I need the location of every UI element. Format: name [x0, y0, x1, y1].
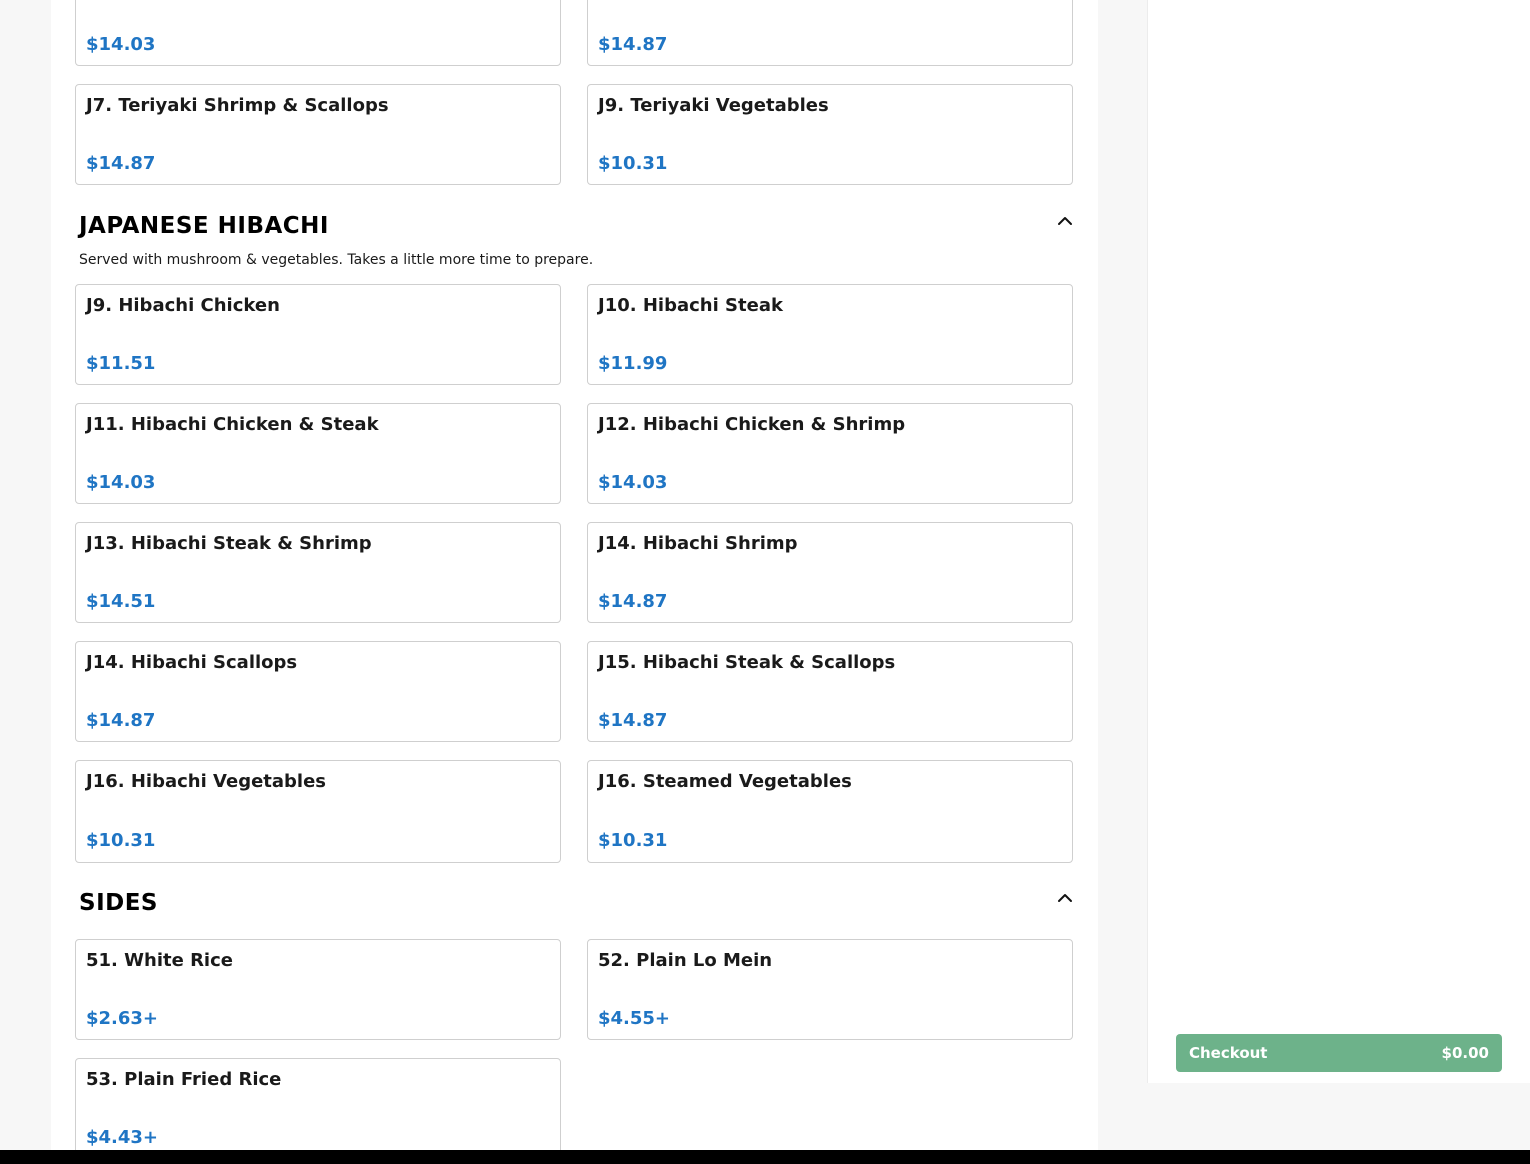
- section-description-hibachi: Served with mushroom & vegetables. Takes…: [79, 252, 594, 268]
- menu-item-name: J12. Hibachi Chicken & Shrimp: [598, 414, 906, 435]
- menu-item-name: J15. Hibachi Steak & Scallops: [598, 652, 896, 673]
- checkout-button[interactable]: Checkout $0.00: [1176, 1034, 1502, 1072]
- menu-item-price: $4.43+: [86, 1127, 159, 1148]
- menu-item-name: J13. Hibachi Steak & Shrimp: [86, 533, 372, 554]
- menu-item-price: $14.03: [86, 34, 156, 55]
- menu-item-price: $14.87: [86, 153, 156, 174]
- menu-item-name: J14. Hibachi Scallops: [86, 652, 298, 673]
- menu-item-name: J9. Teriyaki Vegetables: [598, 95, 829, 116]
- menu-item-card[interactable]: 52. Plain Lo Mein $4.55+: [587, 939, 1073, 1040]
- collapse-hibachi-button[interactable]: [1054, 210, 1076, 232]
- menu-item-card[interactable]: J14. Hibachi Shrimp $14.87: [587, 522, 1073, 623]
- menu-item-name: J11. Hibachi Chicken & Steak: [86, 414, 379, 435]
- cart-panel: [1147, 0, 1530, 1083]
- bottom-bar: [0, 1150, 1530, 1164]
- menu-item-price: $11.99: [598, 353, 668, 374]
- menu-item-card[interactable]: J10. Hibachi Steak $11.99: [587, 284, 1073, 385]
- menu-item-card[interactable]: J16. Steamed Vegetables $10.31: [587, 760, 1073, 863]
- chevron-up-icon: [1058, 217, 1072, 225]
- menu-item-price: $14.87: [598, 591, 668, 612]
- menu-item-price: $14.87: [598, 34, 668, 55]
- menu-item-name: J9. Hibachi Chicken: [86, 295, 280, 316]
- menu-item-card[interactable]: 51. White Rice $2.63+: [75, 939, 561, 1040]
- menu-item-price: $14.03: [598, 472, 668, 493]
- menu-item-card[interactable]: J9. Hibachi Chicken $11.51: [75, 284, 561, 385]
- menu-item-name: 51. White Rice: [86, 950, 233, 971]
- cart-total: $0.00: [1441, 1044, 1489, 1062]
- menu-item-card[interactable]: $14.87: [587, 0, 1073, 66]
- menu-item-name: J16. Hibachi Vegetables: [86, 771, 327, 792]
- menu-item-card[interactable]: J12. Hibachi Chicken & Shrimp $14.03: [587, 403, 1073, 504]
- menu-item-price: $10.31: [598, 830, 668, 851]
- menu-item-price: $11.51: [86, 353, 156, 374]
- menu-item-card[interactable]: $14.03: [75, 0, 561, 66]
- menu-item-card[interactable]: 53. Plain Fried Rice $4.43+: [75, 1058, 561, 1164]
- section-title-sides: SIDES: [79, 890, 158, 916]
- chevron-up-icon: [1058, 894, 1072, 902]
- section-title-hibachi: JAPANESE HIBACHI: [79, 213, 329, 239]
- checkout-label: Checkout: [1189, 1044, 1268, 1062]
- menu-item-card[interactable]: J11. Hibachi Chicken & Steak $14.03: [75, 403, 561, 504]
- menu-item-price: $14.03: [86, 472, 156, 493]
- menu-item-price: $10.31: [598, 153, 668, 174]
- menu-item-price: $10.31: [86, 830, 156, 851]
- menu-item-card[interactable]: J9. Teriyaki Vegetables $10.31: [587, 84, 1073, 185]
- menu-item-price: $14.87: [86, 710, 156, 731]
- menu-item-name: J7. Teriyaki Shrimp & Scallops: [86, 95, 389, 116]
- menu-item-card[interactable]: J13. Hibachi Steak & Shrimp $14.51: [75, 522, 561, 623]
- collapse-sides-button[interactable]: [1054, 887, 1076, 909]
- menu-item-name: 52. Plain Lo Mein: [598, 950, 773, 971]
- menu-item-name: J14. Hibachi Shrimp: [598, 533, 798, 554]
- menu-item-card[interactable]: J14. Hibachi Scallops $14.87: [75, 641, 561, 742]
- menu-item-name: J16. Steamed Vegetables: [598, 771, 852, 792]
- menu-item-card[interactable]: J15. Hibachi Steak & Scallops $14.87: [587, 641, 1073, 742]
- menu-item-name: 53. Plain Fried Rice: [86, 1069, 282, 1090]
- menu-item-price: $14.87: [598, 710, 668, 731]
- menu-item-name: J10. Hibachi Steak: [598, 295, 783, 316]
- menu-item-price: $2.63+: [86, 1008, 159, 1029]
- menu-item-price: $4.55+: [598, 1008, 671, 1029]
- menu-item-card[interactable]: J7. Teriyaki Shrimp & Scallops $14.87: [75, 84, 561, 185]
- menu-item-card[interactable]: J16. Hibachi Vegetables $10.31: [75, 760, 561, 863]
- page: $14.03 $14.87 J7. Teriyaki Shrimp & Scal…: [0, 0, 1530, 1164]
- menu-item-price: $14.51: [86, 591, 156, 612]
